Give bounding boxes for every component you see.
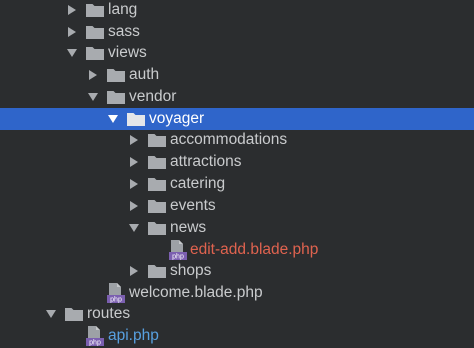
project-file-tree: lang sass views auth vendor voyager acco… bbox=[0, 0, 474, 348]
folder-icon bbox=[86, 45, 104, 61]
folder-icon bbox=[148, 220, 166, 236]
tree-item-label: events bbox=[170, 197, 216, 214]
tree-item-accommodations[interactable]: accommodations bbox=[0, 129, 474, 151]
svg-text:php: php bbox=[89, 340, 101, 346]
chevron-right-icon[interactable] bbox=[128, 173, 140, 195]
php-file-icon: php bbox=[107, 283, 125, 303]
tree-item-views[interactable]: views bbox=[0, 42, 474, 64]
folder-icon bbox=[107, 89, 125, 105]
folder-icon bbox=[148, 176, 166, 192]
tree-item-events[interactable]: events bbox=[0, 195, 474, 217]
tree-item-label: news bbox=[170, 219, 207, 236]
tree-item-news[interactable]: news bbox=[0, 217, 474, 239]
chevron-down-icon[interactable] bbox=[66, 42, 78, 64]
tree-item-label: vendor bbox=[129, 88, 177, 105]
tree-item-vendor[interactable]: vendor bbox=[0, 86, 474, 108]
chevron-right-icon[interactable] bbox=[128, 195, 140, 217]
tree-item-auth[interactable]: auth bbox=[0, 64, 474, 86]
tree-item-label: edit-add.blade.php bbox=[190, 241, 319, 258]
tree-item-voyager[interactable]: voyager bbox=[0, 108, 474, 130]
tree-item-attractions[interactable]: attractions bbox=[0, 151, 474, 173]
chevron-down-icon[interactable] bbox=[128, 217, 140, 239]
tree-item-label: lang bbox=[108, 1, 138, 18]
tree-item-label: voyager bbox=[149, 110, 205, 127]
tree-item-label: welcome.blade.php bbox=[129, 284, 263, 301]
chevron-right-icon[interactable] bbox=[128, 260, 140, 282]
tree-item-label: sass bbox=[108, 23, 140, 40]
tree-item-catering[interactable]: catering bbox=[0, 173, 474, 195]
folder-icon bbox=[86, 2, 104, 18]
tree-item-label: api.php bbox=[108, 327, 159, 344]
tree-item-label: catering bbox=[170, 175, 226, 192]
tree-item-sass[interactable]: sass bbox=[0, 21, 474, 43]
folder-icon bbox=[148, 263, 166, 279]
folder-icon bbox=[86, 24, 104, 40]
folder-icon bbox=[107, 67, 125, 83]
chevron-right-icon[interactable] bbox=[87, 64, 99, 86]
chevron-down-icon[interactable] bbox=[45, 303, 57, 325]
tree-item-api-php[interactable]: php api.php bbox=[0, 325, 474, 347]
php-file-icon: php bbox=[86, 326, 104, 346]
tree-item-lang[interactable]: lang bbox=[0, 0, 474, 21]
tree-item-label: shops bbox=[170, 262, 212, 279]
chevron-right-icon[interactable] bbox=[66, 0, 78, 21]
folder-icon bbox=[148, 154, 166, 170]
chevron-right-icon[interactable] bbox=[128, 151, 140, 173]
tree-item-label: routes bbox=[87, 305, 131, 322]
folder-icon bbox=[127, 111, 145, 127]
chevron-down-icon[interactable] bbox=[87, 86, 99, 108]
folder-icon bbox=[65, 306, 83, 322]
tree-item-shops[interactable]: shops bbox=[0, 260, 474, 282]
tree-item-label: attractions bbox=[170, 153, 242, 170]
tree-item-routes[interactable]: routes bbox=[0, 303, 474, 325]
folder-icon bbox=[148, 132, 166, 148]
chevron-down-icon[interactable] bbox=[107, 108, 119, 130]
tree-item-edit-add-blade[interactable]: php edit-add.blade.php bbox=[0, 239, 474, 261]
tree-item-label: views bbox=[108, 44, 147, 61]
php-file-icon: php bbox=[169, 240, 187, 260]
tree-item-label: auth bbox=[129, 66, 160, 83]
tree-item-welcome-blade[interactable]: php welcome.blade.php bbox=[0, 282, 474, 304]
chevron-right-icon[interactable] bbox=[66, 21, 78, 43]
tree-item-label: accommodations bbox=[170, 131, 288, 148]
chevron-right-icon[interactable] bbox=[128, 129, 140, 151]
folder-icon bbox=[148, 198, 166, 214]
